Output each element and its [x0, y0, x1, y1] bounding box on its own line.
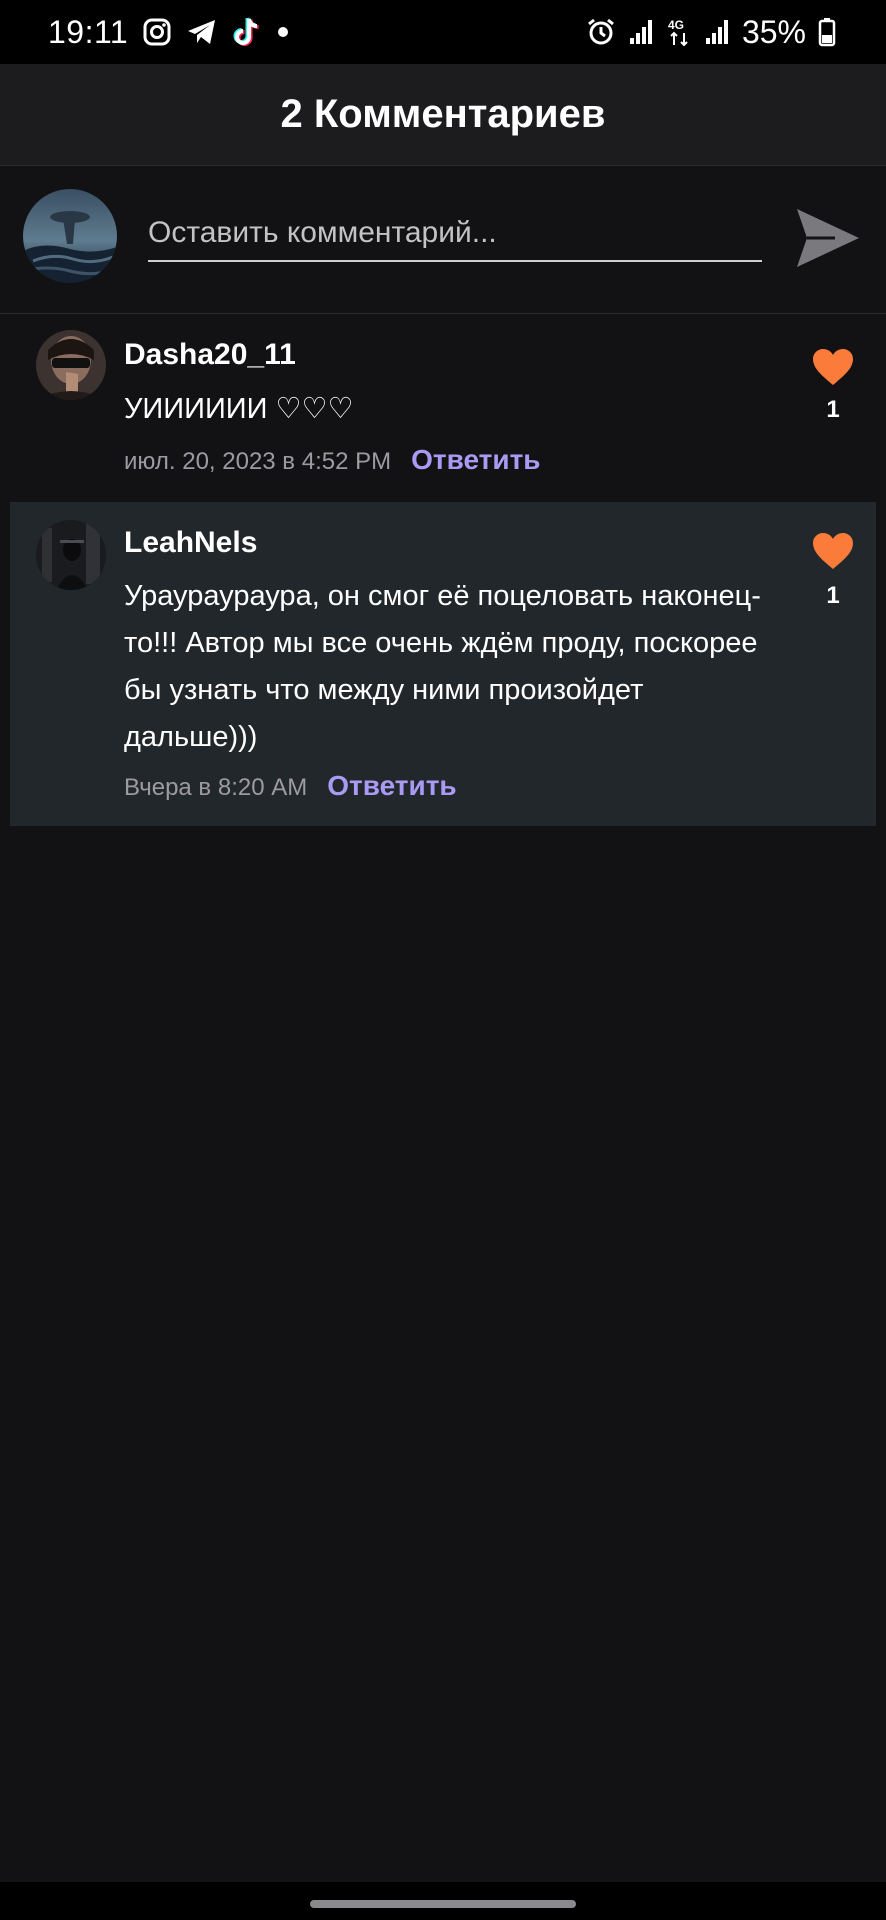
comment-meta: июл. 20, 2023 в 4:52 PM Ответить [124, 444, 541, 476]
like-count: 1 [826, 396, 840, 423]
page-title: 2 Комментариев [280, 92, 606, 136]
dot-icon [276, 25, 290, 39]
like-count: 1 [826, 582, 840, 609]
comment-text: УИИИИИИ ♡♡♡ [124, 393, 354, 425]
heart-icon [813, 533, 853, 569]
header: 2 Комментариев [0, 64, 886, 166]
comment-date: Вчера в 8:20 AM [124, 774, 308, 801]
avatar[interactable] [23, 189, 117, 283]
send-button[interactable] [792, 202, 864, 274]
comment-meta: Вчера в 8:20 AM Ответить [124, 770, 457, 802]
telegram-icon [186, 17, 218, 47]
tiktok-icon [232, 16, 262, 48]
comment-text: Ураураураура, он смог её поцеловать нако… [124, 580, 761, 753]
battery-icon [818, 17, 836, 47]
comment-date: июл. 20, 2023 в 4:52 PM [124, 448, 392, 475]
comment-compose [0, 166, 886, 314]
heart-icon [813, 349, 853, 385]
avatar[interactable] [36, 330, 106, 400]
status-left: 19:11 [48, 14, 290, 51]
comment-item: Dasha20_11 УИИИИИИ ♡♡♡ июл. 20, 2023 в 4… [10, 316, 876, 500]
home-gesture-handle[interactable] [310, 1900, 576, 1908]
battery-percent: 35% [741, 13, 806, 50]
comment-item: LeahNels Ураураураура, он смог её поцело… [10, 502, 876, 826]
network-type-icon: 4G [666, 17, 692, 47]
instagram-icon [142, 17, 172, 47]
status-bar: 19:11 4G 35% [0, 0, 886, 64]
alarm-icon [586, 17, 616, 47]
signal-icon [628, 18, 654, 46]
status-time: 19:11 [48, 13, 129, 50]
comment-input[interactable] [148, 206, 762, 262]
reply-button[interactable]: Ответить [327, 770, 456, 802]
like-button[interactable] [808, 342, 858, 392]
send-icon [797, 209, 859, 267]
like-button[interactable] [808, 526, 858, 576]
navigation-bar [0, 1882, 886, 1920]
status-right: 4G 35% [586, 14, 836, 51]
network-type-label: 4G [668, 18, 684, 32]
reply-button[interactable]: Ответить [411, 444, 540, 476]
signal-icon [704, 18, 730, 46]
comment-author[interactable]: Dasha20_11 [124, 338, 296, 372]
comment-author[interactable]: LeahNels [124, 526, 257, 560]
avatar[interactable] [36, 520, 106, 590]
